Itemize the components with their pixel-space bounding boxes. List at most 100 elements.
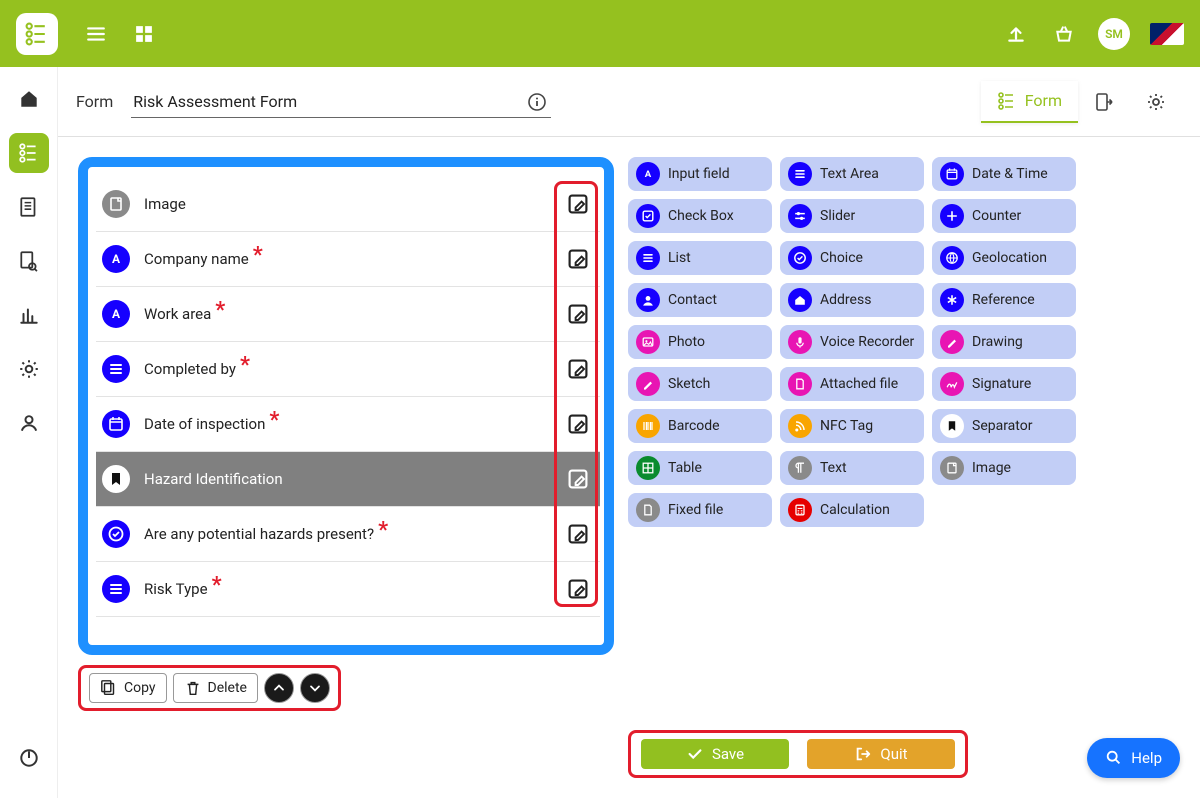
- edit-field-button[interactable]: [564, 465, 592, 493]
- help-button[interactable]: Help: [1087, 738, 1180, 778]
- tool-counter[interactable]: Counter: [932, 199, 1076, 233]
- required-star-icon: *: [240, 353, 250, 378]
- rss-icon: [788, 414, 812, 438]
- tool-table[interactable]: Table: [628, 451, 772, 485]
- list-icon: [102, 355, 130, 383]
- tool-text[interactable]: Text: [780, 451, 924, 485]
- field-row[interactable]: Date of inspection*: [96, 397, 600, 452]
- edit-field-button[interactable]: [564, 575, 592, 603]
- home-icon: [788, 288, 812, 312]
- delete-button[interactable]: Delete: [173, 673, 258, 703]
- tool-sketch[interactable]: Sketch: [628, 367, 772, 401]
- tab-form[interactable]: Form: [981, 81, 1078, 123]
- builder-column: Image Company name* Work area* Completed…: [78, 157, 614, 778]
- field-row[interactable]: Are any potential hazards present?*: [96, 507, 600, 562]
- edit-field-button[interactable]: [564, 410, 592, 438]
- nav-form-builder[interactable]: [9, 133, 49, 173]
- edit-field-button[interactable]: [564, 245, 592, 273]
- quit-label: Quit: [880, 745, 907, 763]
- tool-date-time[interactable]: Date & Time: [932, 157, 1076, 191]
- tool-label: Geolocation: [972, 250, 1047, 266]
- language-flag-icon[interactable]: [1150, 23, 1184, 45]
- tool-photo[interactable]: Photo: [628, 325, 772, 359]
- form-title-input[interactable]: [131, 86, 551, 118]
- field-label: Date of inspection*: [144, 412, 564, 437]
- tool-signature[interactable]: Signature: [932, 367, 1076, 401]
- nav-analytics[interactable]: [9, 295, 49, 335]
- edit-field-button[interactable]: [564, 355, 592, 383]
- field-row[interactable]: Completed by*: [96, 342, 600, 397]
- tool-contact[interactable]: Contact: [628, 283, 772, 317]
- grid-view-icon[interactable]: [130, 20, 158, 48]
- field-row[interactable]: Work area*: [96, 287, 600, 342]
- tool-label: Attached file: [820, 376, 898, 392]
- quit-button[interactable]: Quit: [807, 739, 955, 769]
- field-label: Company name*: [144, 247, 564, 272]
- calendar-icon: [940, 162, 964, 186]
- edit-field-button[interactable]: [564, 190, 592, 218]
- edit-field-button[interactable]: [564, 520, 592, 548]
- user-avatar[interactable]: SM: [1098, 18, 1130, 50]
- file-icon: [788, 372, 812, 396]
- field-row[interactable]: Image: [96, 177, 600, 232]
- tool-slider[interactable]: Slider: [780, 199, 924, 233]
- tool-barcode[interactable]: Barcode: [628, 409, 772, 443]
- field-row[interactable]: Hazard Identification: [96, 452, 600, 507]
- tool-reference[interactable]: Reference: [932, 283, 1076, 317]
- tool-check-box[interactable]: Check Box: [628, 199, 772, 233]
- tool-list[interactable]: List: [628, 241, 772, 275]
- grid-icon: [636, 456, 660, 480]
- tool-choice[interactable]: Choice: [780, 241, 924, 275]
- tool-calculation[interactable]: Calculation: [780, 493, 924, 527]
- delete-label: Delete: [208, 680, 247, 696]
- tool-attached-file[interactable]: Attached file: [780, 367, 924, 401]
- tab-settings[interactable]: [1130, 82, 1182, 122]
- upload-icon[interactable]: [1002, 20, 1030, 48]
- top-header: SM: [0, 0, 1200, 67]
- edit-field-button[interactable]: [564, 300, 592, 328]
- workspace: Image Company name* Work area* Completed…: [58, 137, 1200, 798]
- tool-nfc-tag[interactable]: NFC Tag: [780, 409, 924, 443]
- nav-documents[interactable]: [9, 187, 49, 227]
- photo-icon: [636, 330, 660, 354]
- tool-input-field[interactable]: Input field: [628, 157, 772, 191]
- tool-separator[interactable]: Separator: [932, 409, 1076, 443]
- pen-icon: [636, 372, 660, 396]
- hamburger-menu-icon[interactable]: [82, 20, 110, 48]
- tool-text-area[interactable]: Text Area: [780, 157, 924, 191]
- tab-export[interactable]: [1078, 82, 1130, 122]
- field-label: Are any potential hazards present?*: [144, 522, 564, 547]
- tool-fixed-file[interactable]: Fixed file: [628, 493, 772, 527]
- nav-profile[interactable]: [9, 403, 49, 443]
- copy-button[interactable]: Copy: [89, 673, 167, 703]
- move-down-button[interactable]: [300, 673, 330, 703]
- field-label: Completed by*: [144, 357, 564, 382]
- nav-power[interactable]: [9, 738, 49, 778]
- save-button[interactable]: Save: [641, 739, 789, 769]
- field-row[interactable]: Risk Type*: [96, 562, 600, 617]
- tool-label: Counter: [972, 208, 1021, 224]
- letter-a-icon: [102, 300, 130, 328]
- tool-voice-recorder[interactable]: Voice Recorder: [780, 325, 924, 359]
- page-icon: [102, 190, 130, 218]
- field-label: Image: [144, 195, 564, 213]
- app-logo[interactable]: [16, 13, 58, 55]
- tool-label: Calculation: [820, 502, 890, 518]
- tool-drawing[interactable]: Drawing: [932, 325, 1076, 359]
- required-star-icon: *: [215, 298, 225, 323]
- tool-label: Signature: [972, 376, 1031, 392]
- tool-address[interactable]: Address: [780, 283, 924, 317]
- person-icon: [636, 288, 660, 312]
- list-icon: [636, 246, 660, 270]
- info-icon[interactable]: [527, 92, 547, 112]
- field-row[interactable]: Company name*: [96, 232, 600, 287]
- move-up-button[interactable]: [264, 673, 294, 703]
- nav-home[interactable]: [9, 79, 49, 119]
- nav-search-docs[interactable]: [9, 241, 49, 281]
- tool-image[interactable]: Image: [932, 451, 1076, 485]
- bookmark-icon: [102, 465, 130, 493]
- nav-settings[interactable]: [9, 349, 49, 389]
- tool-geolocation[interactable]: Geolocation: [932, 241, 1076, 275]
- basket-icon[interactable]: [1050, 20, 1078, 48]
- tool-label: Barcode: [668, 418, 720, 434]
